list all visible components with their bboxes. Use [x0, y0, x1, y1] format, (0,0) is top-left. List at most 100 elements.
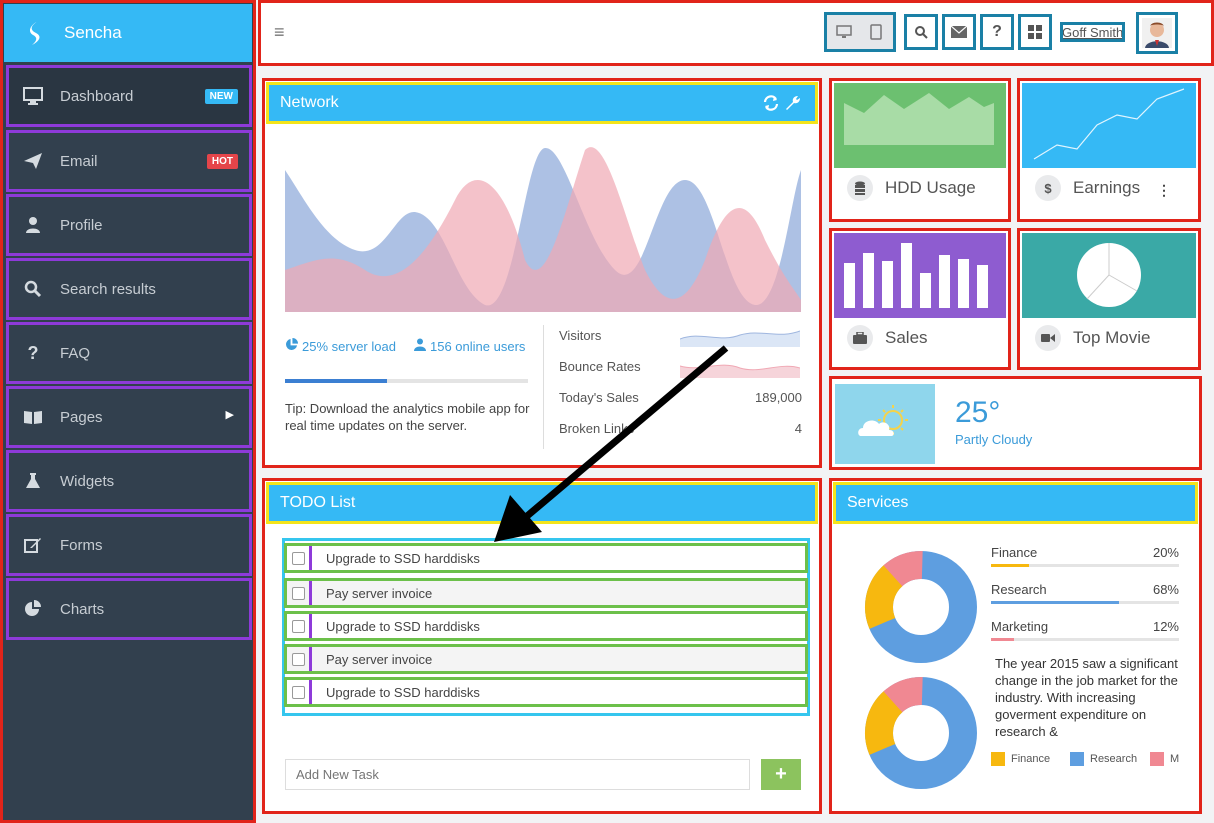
sidebar-item-charts[interactable]: Charts	[6, 578, 252, 640]
progress-fill	[285, 379, 388, 383]
sidebar-item-profile[interactable]: Profile	[6, 194, 252, 256]
service-bar	[991, 564, 1179, 567]
service-bar-fill	[991, 601, 1119, 604]
legend-label: M	[1170, 753, 1180, 765]
sidebar-item-search-results[interactable]: Search results	[6, 258, 252, 320]
todo-checkbox[interactable]	[284, 644, 312, 674]
flask-icon	[21, 469, 45, 493]
top-movie-chart	[1022, 233, 1196, 318]
sidebar-item-label: Widgets	[60, 472, 115, 490]
sidebar-item-label: Dashboard	[60, 87, 134, 105]
help-button[interactable]: ?	[980, 14, 1014, 50]
todo-item[interactable]: Pay server invoice	[284, 578, 808, 608]
todo-checkbox[interactable]	[284, 611, 312, 641]
dollar-icon: $	[1035, 175, 1061, 201]
services-donut-top	[865, 551, 977, 663]
services-panel-header: Services	[833, 482, 1198, 524]
todo-checkbox[interactable]	[284, 677, 312, 707]
legend-label: Research	[1090, 753, 1138, 765]
tile-label: $ Earnings	[1035, 175, 1140, 201]
sidebar-item-faq[interactable]: ? FAQ	[6, 322, 252, 384]
todo-text: Pay server invoice	[326, 651, 433, 667]
book-icon	[21, 405, 45, 429]
sidebar-item-label: Search results	[60, 280, 156, 298]
top-movie-tile[interactable]: Top Movie	[1017, 228, 1201, 370]
service-percent: 12%	[1152, 619, 1179, 634]
hamburger-menu-icon[interactable]: ≡	[274, 22, 288, 42]
desktop-view-icon[interactable]	[832, 20, 856, 44]
todo-item[interactable]: Upgrade to SSD harddisks	[284, 611, 808, 641]
sidebar-item-label: Pages	[60, 408, 103, 426]
service-percent: 68%	[1152, 582, 1179, 597]
sidebar-item-label: Profile	[60, 216, 103, 234]
service-row-research: Research 68%	[991, 582, 1179, 604]
sidebar-item-widgets[interactable]: Widgets	[6, 450, 252, 512]
todo-text: Upgrade to SSD harddisks	[326, 618, 480, 634]
server-load-stat: 25% server load	[285, 338, 396, 354]
question-icon: ?	[992, 23, 1002, 40]
sidebar-item-label: Email	[60, 152, 98, 170]
avatar[interactable]	[1136, 12, 1178, 54]
tile-label: HDD Usage	[847, 175, 976, 201]
todo-checkbox[interactable]	[284, 578, 312, 608]
sidebar-item-forms[interactable]: Forms	[6, 514, 252, 576]
tile-label-text: Top Movie	[1073, 328, 1151, 347]
server-load-text: 25% server load	[302, 338, 396, 354]
legend-label: Finance	[1011, 753, 1051, 765]
legend-swatch	[1070, 752, 1084, 766]
service-row-marketing: Marketing 12%	[991, 619, 1179, 641]
stat-value: 4	[794, 421, 802, 436]
edit-icon	[21, 533, 45, 557]
sidebar-item-email[interactable]: Email HOT	[6, 130, 252, 192]
legend-research: Research	[1070, 752, 1137, 766]
device-toggle-group	[824, 12, 896, 52]
add-task-input[interactable]	[285, 759, 750, 790]
sidebar-item-label: Forms	[60, 536, 103, 554]
sencha-logo-icon	[24, 21, 48, 45]
partly-cloudy-icon	[858, 405, 908, 436]
chevron-right-icon: ▶	[225, 409, 234, 421]
brand-name: Sencha	[64, 23, 122, 42]
add-task-button[interactable]: +	[761, 759, 801, 790]
more-vertical-icon[interactable]: ⋮	[1157, 182, 1171, 199]
todo-text: Upgrade to SSD harddisks	[326, 684, 480, 700]
envelope-icon	[947, 20, 971, 44]
database-icon	[847, 175, 873, 201]
hdd-usage-chart	[834, 83, 1006, 168]
sales-tile[interactable]: Sales	[829, 228, 1011, 370]
todo-text: Pay server invoice	[326, 585, 433, 601]
network-panel-header: Network	[266, 82, 818, 124]
tablet-view-icon[interactable]	[864, 20, 888, 44]
panel-title: Services	[847, 494, 909, 511]
sidebar-item-pages[interactable]: Pages ▶	[6, 386, 252, 448]
todo-text: Upgrade to SSD harddisks	[326, 550, 480, 566]
weather-condition: Partly Cloudy	[955, 432, 1033, 447]
todo-item[interactable]: Upgrade to SSD harddisks	[284, 677, 808, 707]
legend-finance: Finance	[991, 752, 1050, 766]
legend-marketing: M	[1150, 752, 1179, 766]
hdd-usage-tile[interactable]: HDD Usage	[829, 78, 1011, 222]
video-camera-icon	[1035, 325, 1061, 351]
sidebar-item-dashboard[interactable]: Dashboard NEW	[6, 65, 252, 127]
tile-label-text: Sales	[885, 328, 928, 347]
stat-value: 189,000	[755, 390, 802, 405]
mail-button[interactable]	[942, 14, 976, 50]
todo-item[interactable]: Pay server invoice	[284, 644, 808, 674]
todo-checkbox[interactable]	[284, 543, 312, 573]
plus-icon: +	[775, 763, 787, 785]
user-icon	[414, 338, 426, 354]
brand-header[interactable]: Sencha	[4, 4, 252, 62]
sidebar: Sencha Dashboard NEW Email HOT Profile S…	[0, 0, 256, 823]
search-button[interactable]	[904, 14, 938, 50]
earnings-tile[interactable]: $ Earnings ⋮	[1017, 78, 1201, 222]
wrench-icon[interactable]	[784, 94, 802, 112]
refresh-icon[interactable]	[762, 94, 780, 112]
service-bar-fill	[991, 564, 1029, 567]
user-name-link[interactable]: Goff Smith	[1060, 22, 1126, 42]
sidebar-item-label: FAQ	[60, 344, 91, 362]
service-percent: 20%	[1152, 545, 1179, 560]
annotation-arrow	[494, 345, 729, 542]
tile-label-text: HDD Usage	[885, 178, 976, 197]
panel-title: Network	[280, 94, 339, 111]
apps-button[interactable]	[1018, 14, 1052, 50]
